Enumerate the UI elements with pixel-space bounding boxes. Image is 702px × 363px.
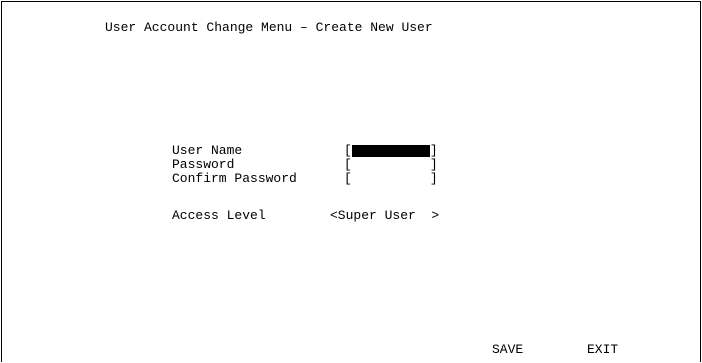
- access-level-label: Access Level: [172, 208, 266, 223]
- field-bracket-close: ]: [429, 157, 438, 172]
- exit-button[interactable]: EXIT: [587, 343, 618, 357]
- confirm-password-label: Confirm Password: [172, 171, 297, 186]
- field-bracket-close: ]: [429, 143, 438, 158]
- field-bracket-close: ]: [429, 171, 438, 186]
- field-bracket-open: [: [344, 171, 352, 186]
- confirm-password-input[interactable]: [352, 173, 430, 185]
- confirm-password-field[interactable]: [ ]: [344, 172, 438, 186]
- page-title: User Account Change Menu – Create New Us…: [105, 20, 433, 35]
- access-level-selector[interactable]: <Super User >: [330, 209, 439, 223]
- user-name-label: User Name: [172, 143, 243, 158]
- field-bracket-open: [: [344, 157, 352, 172]
- user-name-field[interactable]: [ ]: [344, 144, 438, 158]
- save-button[interactable]: SAVE: [492, 343, 523, 357]
- password-field[interactable]: [ ]: [344, 158, 438, 172]
- password-input[interactable]: [352, 159, 430, 171]
- password-label: Password: [172, 157, 235, 172]
- user-name-input[interactable]: [351, 145, 430, 157]
- field-bracket-open: [: [344, 143, 352, 158]
